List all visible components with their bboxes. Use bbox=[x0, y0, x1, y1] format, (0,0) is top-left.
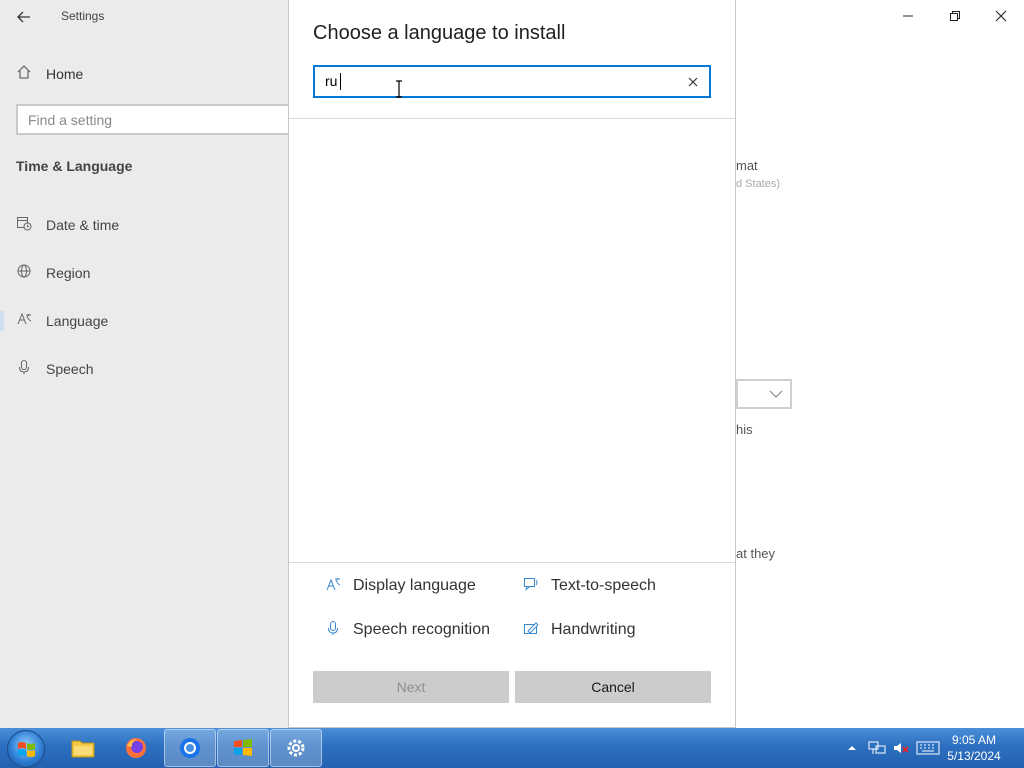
format-label-fragment: mat bbox=[736, 158, 758, 173]
feature-handwriting: Handwriting bbox=[523, 619, 635, 641]
language-search-value: ru bbox=[325, 73, 338, 89]
feature-display-language: Display language bbox=[325, 575, 476, 597]
clear-search-button[interactable] bbox=[683, 72, 703, 92]
taskbar-file-explorer[interactable] bbox=[57, 729, 109, 767]
close-window-button[interactable] bbox=[987, 4, 1015, 28]
active-nav-indicator bbox=[0, 311, 4, 331]
settings-sidebar: Settings Home Find a setting Time & Lang… bbox=[0, 0, 306, 728]
calendar-clock-icon bbox=[16, 215, 32, 236]
region-value-fragment: d States) bbox=[736, 178, 781, 190]
firefox-icon bbox=[126, 738, 146, 758]
windows-logo-icon bbox=[18, 742, 35, 757]
sidebar-item-language[interactable]: Language bbox=[16, 310, 108, 332]
network-icon bbox=[868, 741, 886, 754]
clock-time: 9:05 AM bbox=[951, 733, 997, 747]
display-language-icon bbox=[325, 576, 341, 597]
globe-icon bbox=[16, 263, 32, 284]
taskbar-firefox[interactable] bbox=[110, 729, 162, 767]
handwriting-icon bbox=[523, 620, 539, 641]
sidebar-item-label: Language bbox=[46, 313, 109, 329]
restore-icon bbox=[950, 11, 960, 21]
chevron-down-icon bbox=[769, 390, 783, 398]
taskbar-settings[interactable] bbox=[270, 729, 322, 767]
volume-tray-icon[interactable] bbox=[890, 728, 912, 768]
keyboard-icon bbox=[916, 741, 940, 755]
divider bbox=[289, 562, 735, 563]
taskbar: 9:05 AM 5/13/2024 bbox=[0, 728, 1024, 768]
minimize-button[interactable] bbox=[894, 4, 922, 28]
restore-button[interactable] bbox=[941, 4, 969, 28]
sidebar-item-date-time[interactable]: Date & time bbox=[16, 214, 119, 236]
text-to-speech-icon bbox=[523, 576, 539, 597]
find-setting-input[interactable]: Find a setting bbox=[16, 104, 306, 135]
that-text-fragment: at they bbox=[736, 546, 776, 561]
minimize-icon bbox=[903, 15, 913, 17]
cancel-button[interactable]: Cancel bbox=[515, 671, 711, 703]
home-nav-item[interactable]: Home bbox=[16, 63, 83, 85]
section-title: Time & Language bbox=[16, 158, 133, 174]
sidebar-item-speech[interactable]: Speech bbox=[16, 358, 93, 380]
taskbar-windows-media[interactable] bbox=[217, 729, 269, 767]
feature-speech-recognition: Speech recognition bbox=[325, 619, 490, 641]
feature-text-to-speech: Text-to-speech bbox=[523, 575, 656, 597]
clear-icon bbox=[688, 77, 698, 87]
divider bbox=[289, 118, 735, 119]
show-hidden-icons-button[interactable] bbox=[844, 728, 860, 768]
chevron-up-icon bbox=[848, 746, 856, 750]
sidebar-item-label: Date & time bbox=[46, 217, 120, 233]
feature-label: Handwriting bbox=[551, 621, 636, 638]
back-arrow-icon[interactable] bbox=[14, 7, 34, 27]
language-icon bbox=[16, 311, 32, 332]
microphone-icon bbox=[325, 620, 341, 641]
home-icon bbox=[16, 64, 32, 85]
close-icon bbox=[995, 10, 1007, 22]
sidebar-item-label: Speech bbox=[46, 361, 94, 377]
language-dropdown[interactable] bbox=[736, 379, 792, 409]
text-caret bbox=[340, 73, 341, 90]
app-title: Settings bbox=[61, 9, 105, 23]
feature-label: Display language bbox=[353, 577, 476, 594]
dialog-title: Choose a language to install bbox=[313, 22, 566, 44]
microphone-icon bbox=[16, 359, 32, 380]
feature-label: Text-to-speech bbox=[551, 577, 656, 594]
choose-language-dialog: Choose a language to install ru Display … bbox=[288, 0, 736, 728]
feature-label: Speech recognition bbox=[353, 621, 490, 638]
this-text-fragment: his bbox=[736, 422, 753, 437]
sidebar-item-region[interactable]: Region bbox=[16, 262, 90, 284]
folder-icon bbox=[71, 740, 95, 758]
next-button[interactable]: Next bbox=[313, 671, 509, 703]
keyboard-tray-icon[interactable] bbox=[914, 728, 942, 768]
taskbar-chrome[interactable] bbox=[164, 729, 216, 767]
text-cursor-icon bbox=[395, 80, 403, 98]
find-setting-placeholder: Find a setting bbox=[28, 112, 113, 128]
language-search-input[interactable]: ru bbox=[313, 65, 711, 98]
chrome-icon bbox=[180, 738, 200, 758]
windows-flag-icon bbox=[234, 739, 252, 756]
network-tray-icon[interactable] bbox=[866, 728, 888, 768]
taskbar-clock[interactable]: 9:05 AM 5/13/2024 bbox=[944, 732, 1004, 764]
gear-icon bbox=[287, 739, 305, 757]
clock-date: 5/13/2024 bbox=[947, 749, 1001, 763]
home-label: Home bbox=[46, 66, 84, 82]
sidebar-item-label: Region bbox=[46, 265, 91, 281]
start-button[interactable] bbox=[7, 730, 45, 768]
speaker-muted-icon bbox=[894, 743, 909, 753]
